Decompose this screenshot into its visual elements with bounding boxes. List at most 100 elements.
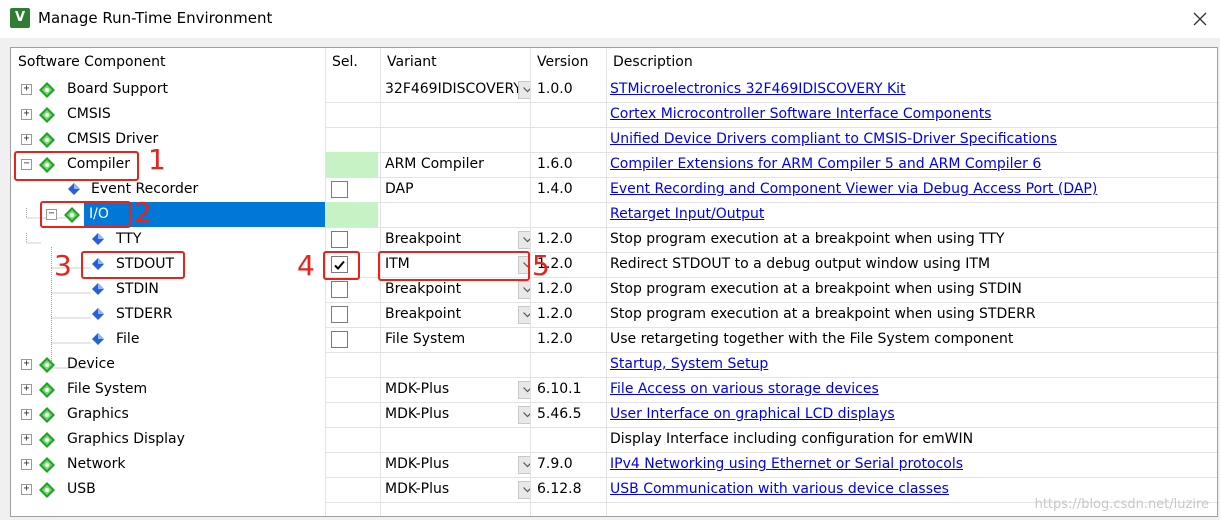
variant-value: MDK-Plus: [385, 481, 450, 497]
select-checkbox[interactable]: [331, 281, 348, 298]
table-row[interactable]: + Device Startup, System Setup: [11, 352, 1217, 377]
table-row[interactable]: File File System 1.2.0 Use retargeting t…: [11, 327, 1217, 352]
table-row[interactable]: Event Recorder DAP 1.4.0 Event Recording…: [11, 177, 1217, 202]
variant-value: Breakpoint: [385, 306, 462, 322]
variant-dropdown-button[interactable]: [518, 481, 530, 499]
component-grid: Software Component Sel. Variant Version …: [10, 47, 1218, 517]
component-group-icon: [39, 407, 55, 423]
component-label: File: [116, 331, 140, 347]
table-row[interactable]: STDOUT ITM 1.2.0 Redirect STDOUT to a de…: [11, 252, 1217, 277]
component-group-icon: [39, 382, 55, 398]
variant-dropdown-button[interactable]: [518, 456, 530, 474]
component-label: STDIN: [116, 281, 159, 297]
header-sel[interactable]: Sel.: [325, 48, 380, 77]
select-checkbox[interactable]: [331, 231, 348, 248]
description-link[interactable]: Retarget Input/Output: [610, 206, 764, 222]
component-label: Graphics Display: [67, 431, 185, 447]
expand-icon[interactable]: +: [21, 109, 32, 120]
description-link[interactable]: Unified Device Drivers compliant to CMSI…: [610, 131, 1057, 147]
chevron-down-icon: [523, 487, 530, 493]
window-title: Manage Run-Time Environment: [38, 9, 273, 27]
table-row[interactable]: + Graphics MDK-Plus 5.46.5 User Interfac…: [11, 402, 1217, 427]
description-text: Redirect STDOUT to a debug output window…: [610, 256, 991, 272]
variant-dropdown-button[interactable]: [518, 306, 530, 324]
variant-value: MDK-Plus: [385, 406, 450, 422]
description-link[interactable]: Event Recording and Component Viewer via…: [610, 181, 1097, 197]
chevron-down-icon: [523, 287, 530, 293]
annotation-box-variant: [378, 251, 530, 281]
component-item-icon: [92, 333, 104, 345]
expand-icon[interactable]: +: [21, 409, 32, 420]
header-description[interactable]: Description: [606, 48, 1217, 77]
description-link[interactable]: STMicroelectronics 32F469IDISCOVERY Kit: [610, 81, 906, 97]
expand-icon[interactable]: +: [21, 484, 32, 495]
variant-dropdown-button[interactable]: [518, 381, 530, 399]
table-row[interactable]: + Network MDK-Plus 7.9.0 IPv4 Networking…: [11, 452, 1217, 477]
expand-icon[interactable]: +: [21, 359, 32, 370]
chevron-down-icon: [523, 237, 530, 243]
variant-value: DAP: [385, 181, 414, 197]
table-row[interactable]: + CMSIS Driver Unified Device Drivers co…: [11, 127, 1217, 152]
variant-value: 32F469IDISCOVERY: [385, 81, 522, 97]
header-version[interactable]: Version: [530, 48, 606, 77]
description-text: Use retargeting together with the File S…: [610, 331, 1014, 347]
table-row[interactable]: TTY Breakpoint 1.2.0 Stop program execut…: [11, 227, 1217, 252]
component-label: STDERR: [116, 306, 173, 322]
select-checkbox[interactable]: [331, 181, 348, 198]
table-row[interactable]: STDIN Breakpoint 1.2.0 Stop program exec…: [11, 277, 1217, 302]
version-value: 1.0.0: [537, 81, 573, 97]
variant-dropdown-button[interactable]: [518, 281, 530, 299]
select-checkbox[interactable]: [331, 306, 348, 323]
component-group-icon: [39, 357, 55, 373]
description-text: Display Interface including configuratio…: [610, 431, 974, 447]
table-row[interactable]: + Board Support 32F469IDISCOVERY 1.0.0 S…: [11, 77, 1217, 102]
description-link[interactable]: USB Communication with various device cl…: [610, 481, 949, 497]
table-row[interactable]: + CMSIS Cortex Microcontroller Software …: [11, 102, 1217, 127]
annotation-number: 4: [297, 249, 315, 282]
expand-icon[interactable]: +: [21, 84, 32, 95]
expand-icon[interactable]: +: [21, 134, 32, 145]
component-label: TTY: [116, 231, 142, 247]
table-row-selected[interactable]: − I/O Retarget Input/Output: [11, 202, 1217, 227]
expand-icon[interactable]: +: [21, 384, 32, 395]
expand-icon[interactable]: +: [21, 434, 32, 445]
component-label: Graphics: [67, 406, 129, 422]
annotation-number: 2: [134, 196, 152, 229]
description-link[interactable]: User Interface on graphical LCD displays: [610, 406, 895, 422]
component-group-icon: [39, 82, 55, 98]
title-bar: V Manage Run-Time Environment: [0, 0, 1220, 38]
table-row[interactable]: − Compiler ARM Compiler 1.6.0 Compiler E…: [11, 152, 1217, 177]
table-row[interactable]: + File System MDK-Plus 6.10.1 File Acces…: [11, 377, 1217, 402]
variant-value: MDK-Plus: [385, 456, 450, 472]
table-row[interactable]: + Graphics Display Display Interface inc…: [11, 427, 1217, 452]
description-link[interactable]: Compiler Extensions for ARM Compiler 5 a…: [610, 156, 1041, 172]
version-value: 1.6.0: [537, 156, 573, 172]
table-row[interactable]: STDERR Breakpoint 1.2.0 Stop program exe…: [11, 302, 1217, 327]
annotation-number: 1: [148, 143, 166, 176]
description-text: Stop program execution at a breakpoint w…: [610, 231, 1005, 247]
expand-icon[interactable]: +: [21, 459, 32, 470]
description-link[interactable]: Startup, System Setup: [610, 356, 768, 372]
watermark-text: https://blog.csdn.net/luzire: [1034, 497, 1209, 512]
description-link[interactable]: File Access on various storage devices: [610, 381, 879, 397]
chevron-down-icon: [523, 312, 530, 318]
variant-dropdown-button[interactable]: [518, 406, 530, 424]
select-checkbox[interactable]: [331, 331, 348, 348]
selection-status-ok: [326, 202, 378, 227]
description-link[interactable]: Cortex Microcontroller Software Interfac…: [610, 106, 991, 122]
chevron-down-icon: [523, 412, 530, 418]
chevron-down-icon: [523, 87, 530, 93]
description-link[interactable]: IPv4 Networking using Ethernet or Serial…: [610, 456, 963, 472]
component-label: Device: [67, 356, 115, 372]
variant-value: File System: [385, 331, 466, 347]
component-label: File System: [67, 381, 148, 397]
header-variant[interactable]: Variant: [380, 48, 530, 77]
close-icon: [1193, 12, 1207, 26]
close-button[interactable]: [1180, 0, 1220, 38]
version-value: 6.10.1: [537, 381, 582, 397]
chevron-down-icon: [523, 387, 530, 393]
version-value: 1.2.0: [537, 331, 573, 347]
version-value: 1.2.0: [537, 306, 573, 322]
variant-dropdown-button[interactable]: [518, 81, 530, 99]
variant-dropdown-button[interactable]: [518, 231, 530, 249]
